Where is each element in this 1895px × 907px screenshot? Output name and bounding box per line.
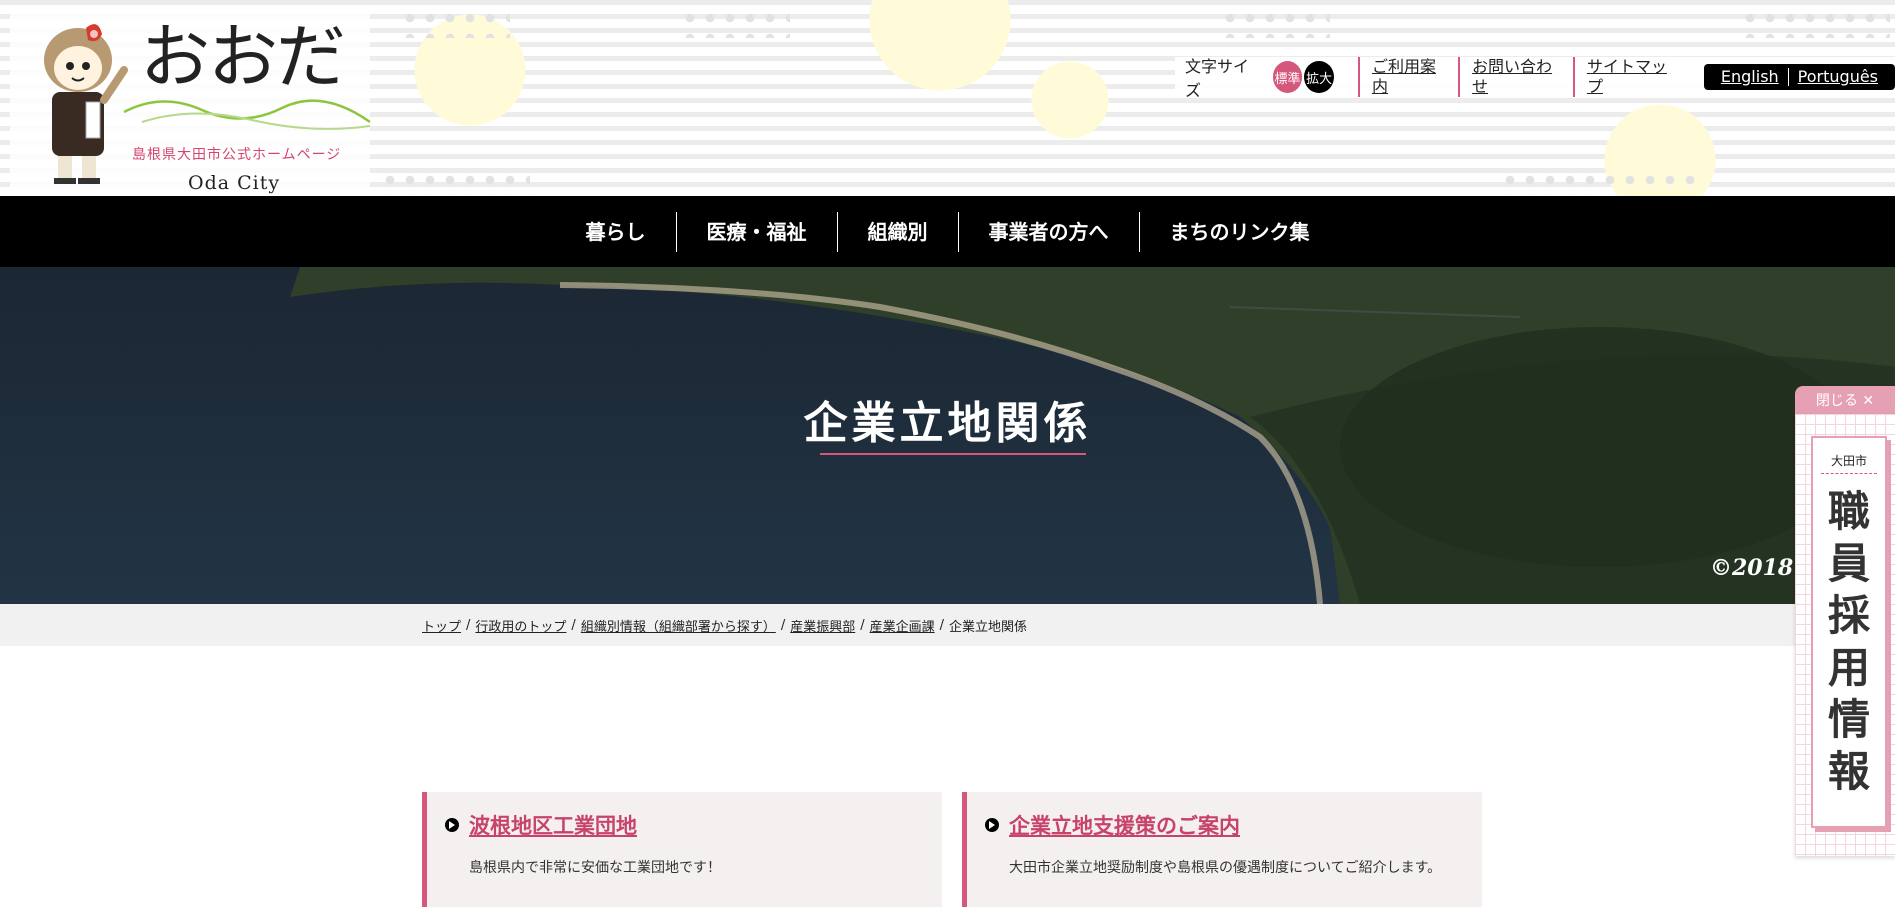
breadcrumb-separator: / [466, 617, 471, 633]
header-dots [1740, 8, 1890, 38]
header-dots [1220, 8, 1330, 38]
global-nav: 暮らし 医療・福祉 組織別 事業者の方へ まちのリンク集 [0, 196, 1895, 267]
nav-item-medical-welfare[interactable]: 医療・福祉 [675, 211, 837, 252]
font-size-large-button[interactable]: 拡大 [1304, 61, 1334, 93]
mascot-character-icon [44, 24, 128, 184]
content-card: 企業立地支援策のご案内 大田市企業立地奨励制度や島根県の優遇制度についてご紹介し… [962, 792, 1482, 907]
nav-item-business[interactable]: 事業者の方へ [957, 211, 1139, 252]
card-title: 波根地区工業団地 [445, 810, 637, 840]
breadcrumb: トップ / 行政用のトップ / 組織別情報（組織部署から探す） / 産業振興部 … [0, 604, 1895, 646]
lang-portuguese-link[interactable]: Português [1787, 68, 1887, 86]
page-title: 企業立地関係 [803, 398, 1092, 449]
breadcrumb-link-organization[interactable]: 組織別情報（組織部署から探す） [581, 616, 776, 635]
hero-banner: 企業立地関係 ©2018 Y [0, 267, 1895, 604]
recruit-city: 大田市 [1821, 452, 1877, 474]
breadcrumb-separator: / [939, 617, 945, 633]
nav-item-living[interactable]: 暮らし [556, 212, 676, 252]
nav-item-organization[interactable]: 組織別 [836, 211, 958, 252]
header-dots [380, 170, 530, 196]
site-logo[interactable]: おおだ 島根県大田市公式ホームページ Oda City [10, 12, 371, 194]
card-link-hane-industrial-park[interactable]: 波根地区工業団地 [469, 810, 637, 840]
breadcrumb-link-industry-planning[interactable]: 産業企画課 [870, 616, 935, 635]
title-underline [820, 453, 1086, 455]
logo-text: おおだ [140, 16, 346, 98]
guide-link[interactable]: ご利用案内 [1357, 57, 1458, 97]
font-size-label: 文字サイズ [1185, 57, 1250, 100]
breadcrumb-separator: / [860, 617, 865, 633]
logo-wave-icon [123, 99, 371, 130]
breadcrumb-separator: / [780, 617, 786, 633]
contact-link[interactable]: お問い合わせ [1458, 57, 1573, 97]
breadcrumb-separator: / [571, 617, 576, 633]
lang-english-link[interactable]: English [1712, 68, 1788, 86]
card-title: 企業立地支援策のご案内 [985, 810, 1240, 840]
breadcrumb-link-industry-dept[interactable]: 産業振興部 [790, 616, 855, 635]
card-link-location-support[interactable]: 企業立地支援策のご案内 [1009, 810, 1240, 840]
header-dots [1500, 170, 1700, 196]
recruit-card: 大田市 職員採用情報 [1811, 436, 1887, 828]
arrow-right-icon [985, 818, 999, 832]
card-description: 島根県内で非常に安価な工業団地です！ [469, 860, 721, 876]
nav-item-links[interactable]: まちのリンク集 [1138, 211, 1340, 252]
arrow-right-icon [445, 818, 459, 832]
recruit-text: 職員採用情報 [1827, 487, 1870, 796]
site-header: おおだ 島根県大田市公式ホームページ Oda City 文字サイズ 標準 拡大 … [0, 0, 1895, 196]
recruit-banner: 閉じる ✕ 大田市 職員採用情報 [1795, 386, 1895, 856]
card-description: 大田市企業立地奨励制度や島根県の優遇制度についてご紹介します。 [1009, 860, 1442, 876]
logo-english: Oda City [188, 172, 281, 194]
content-card: 波根地区工業団地 島根県内で非常に安価な工業団地です！ [422, 792, 942, 907]
utility-bar: 文字サイズ 標準 拡大 ご利用案内 お問い合わせ サイトマップ English … [1175, 57, 1895, 100]
recruit-close-button[interactable]: 閉じる ✕ [1795, 386, 1895, 414]
logo-subtitle: 島根県大田市公式ホームページ [132, 147, 342, 163]
font-size-standard-button[interactable]: 標準 [1272, 61, 1303, 93]
sitemap-link[interactable]: サイトマップ [1572, 57, 1688, 97]
language-switcher: English Português [1703, 64, 1895, 90]
header-dots [400, 8, 510, 38]
breadcrumb-link-top[interactable]: トップ [422, 616, 461, 635]
recruit-banner-body[interactable]: 大田市 職員採用情報 [1795, 414, 1895, 856]
breadcrumb-link-admin-top[interactable]: 行政用のトップ [475, 616, 566, 635]
breadcrumb-current: 企業立地関係 [949, 619, 1028, 635]
header-dots [680, 8, 790, 38]
